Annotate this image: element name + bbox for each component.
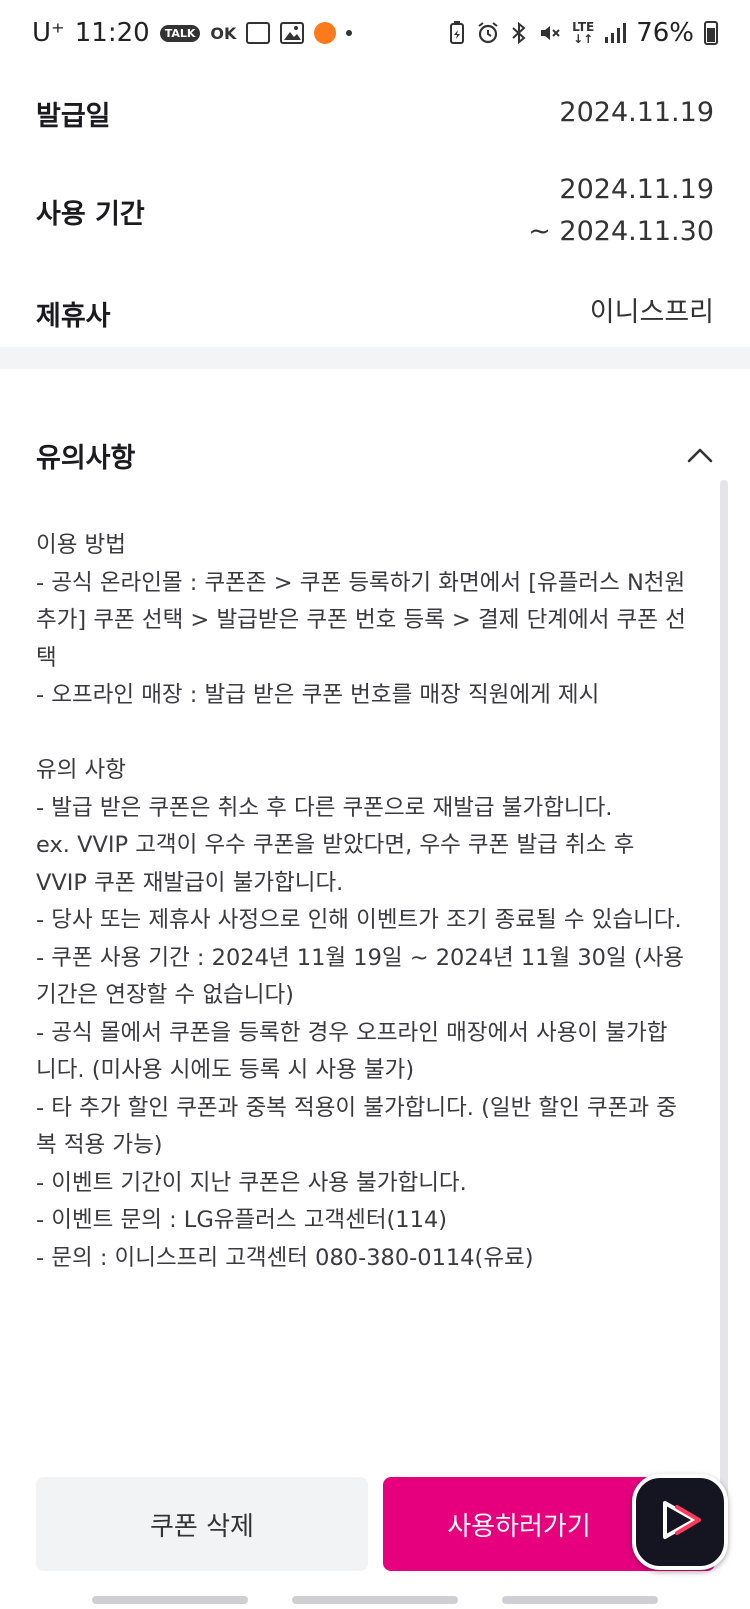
kakaotalk-icon: TALK	[159, 24, 201, 42]
notice-line: 니다. (미사용 시에도 등록 시 사용 불가)	[36, 1057, 415, 1083]
coupon-details: 발급일 2024.11.19 사용 기간 2024.11.19 ~ 2024.1…	[0, 80, 750, 348]
notice-line: - 쿠폰 사용 기간 : 2024년 11월 19일 ~ 2024년 11월 3…	[36, 944, 684, 971]
carrier-label: U⁺	[32, 18, 65, 48]
notice-line: - 발급 받은 쿠폰은 취소 후 다른 쿠폰으로 재발급 불가합니다.	[36, 794, 613, 821]
notice-line: 기간은 연장할 수 없습니다)	[36, 982, 294, 1008]
floating-play-button[interactable]	[632, 1474, 728, 1570]
play-icon	[655, 1495, 705, 1549]
notice-line: 유의 사항	[36, 757, 126, 783]
period-start: 2024.11.19	[559, 174, 714, 205]
period-end: ~ 2024.11.30	[528, 216, 714, 247]
notice-title: 유의사항	[36, 442, 136, 474]
status-bar: U⁺ 11:20 TALK OK LTE ↓↑ 76%	[0, 0, 750, 66]
issue-date-label: 발급일	[36, 100, 111, 132]
notice-line: - 이벤트 기간이 지난 쿠폰은 사용 불가합니다.	[36, 1169, 467, 1196]
notice-line: - 당사 또는 제휴사 사정으로 인해 이벤트가 조기 종료될 수 있습니다.	[36, 907, 682, 933]
notice-line: - 타 추가 할인 쿠폰과 중복 적용이 불가합니다. (일반 할인 쿠폰과 중	[36, 1094, 677, 1121]
notice-line: 이용 방법	[36, 532, 126, 558]
signal-icon	[604, 22, 627, 44]
gallery-icon	[280, 22, 305, 44]
period-row: 사용 기간 2024.11.19 ~ 2024.11.30	[0, 156, 750, 266]
section-divider	[0, 347, 750, 369]
status-right: LTE ↓↑ 76%	[448, 18, 718, 48]
notice-line: 추가] 쿠폰 선택 > 발급받은 쿠폰 번호 등록 > 결제 단계에서 쿠폰 선	[36, 607, 686, 633]
partner-label: 제휴사	[36, 300, 111, 332]
notice-spacer	[36, 715, 726, 753]
notice-line: 복 적용 가능)	[36, 1132, 163, 1158]
notice-line: - 공식 몰에서 쿠폰을 등록한 경우 오프라인 매장에서 사용이 불가합	[36, 1019, 668, 1046]
gesture-hint-home[interactable]	[292, 1596, 458, 1604]
battery-saver-icon	[448, 21, 466, 45]
gesture-hint-right[interactable]	[502, 1596, 658, 1604]
period-label: 사용 기간	[36, 198, 145, 230]
issue-date-row: 발급일 2024.11.19	[0, 80, 750, 146]
partner-row: 제휴사 이니스프리	[0, 278, 750, 348]
notice-line: - 이벤트 문의 : LG유플러스 고객센터(114)	[36, 1207, 448, 1233]
more-notifications-icon	[346, 30, 353, 36]
period-value: 2024.11.19 ~ 2024.11.30	[528, 169, 714, 253]
chevron-up-icon[interactable]	[686, 441, 714, 469]
notice-line: ex. VVIP 고객이 우수 쿠폰을 받았다면, 우수 쿠폰 발급 취소 후	[36, 832, 635, 858]
notice-line: - 오프라인 매장 : 발급 받은 쿠폰 번호를 매장 직원에게 제시	[36, 682, 600, 708]
notice-header[interactable]: 유의사항	[36, 420, 714, 490]
gesture-hint-left[interactable]	[92, 1596, 248, 1604]
notice-line: VVIP 쿠폰 재발급이 불가합니다.	[36, 869, 344, 896]
issue-date-value: 2024.11.19	[559, 97, 714, 128]
notice-line: - 공식 온라인몰 : 쿠폰존 > 쿠폰 등록하기 화면에서 [유플러스 N천원	[36, 569, 686, 596]
mute-icon	[538, 21, 562, 45]
notice-line: 택	[36, 644, 57, 671]
notice-line: - 문의 : 이니스프리 고객센터 080-380-0114(유료)	[36, 1244, 534, 1271]
clock: 11:20	[74, 18, 150, 48]
card-icon	[246, 22, 271, 44]
bluetooth-icon	[510, 21, 528, 45]
notice-body: 이용 방법 - 공식 온라인몰 : 쿠폰존 > 쿠폰 등록하기 화면에서 [유플러…	[36, 527, 726, 1277]
alarm-icon	[476, 21, 500, 45]
data-arrows-icon: ↓↑	[573, 32, 594, 46]
scrollbar[interactable]	[720, 480, 728, 1500]
partner-value: 이니스프리	[589, 297, 714, 328]
battery-percent: 76%	[636, 18, 694, 48]
battery-icon	[704, 21, 718, 45]
status-left: U⁺ 11:20 TALK OK	[32, 18, 353, 48]
delete-coupon-button[interactable]: 쿠폰 삭제	[36, 1477, 368, 1571]
gesture-nav-bar	[0, 1592, 750, 1609]
lte-icon: LTE ↓↑	[572, 21, 594, 45]
okcashbag-icon: OK	[210, 23, 237, 43]
app-notification-icon	[314, 22, 337, 44]
